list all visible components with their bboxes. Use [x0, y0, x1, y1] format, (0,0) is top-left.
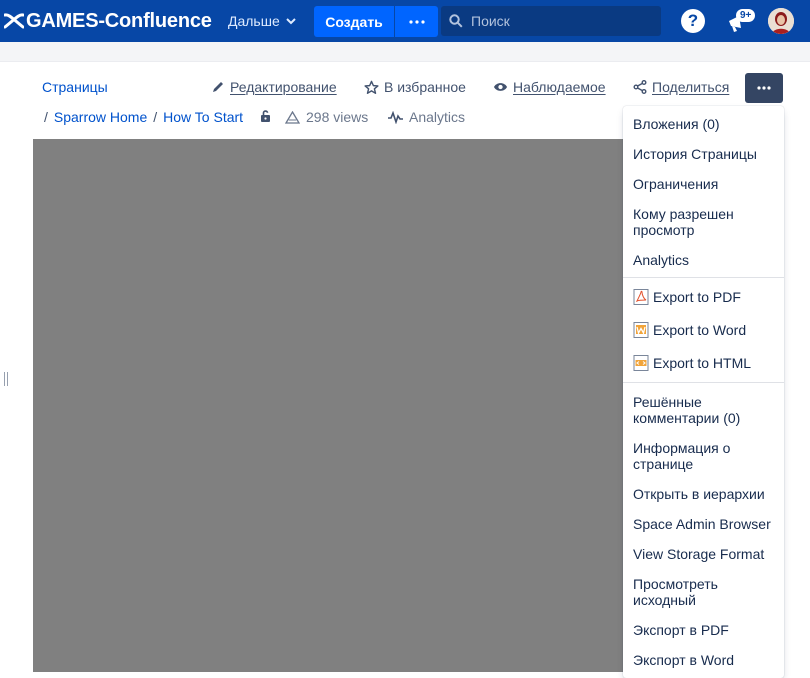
- share-label: Поделиться: [652, 79, 730, 95]
- watch-label: Наблюдаемое: [513, 79, 606, 95]
- unlock-icon: [261, 110, 270, 122]
- confluence-logo-icon: [4, 13, 24, 29]
- word-file-icon: [633, 322, 649, 338]
- page-content-placeholder: [33, 139, 629, 672]
- breadcrumb-separator: /: [153, 109, 158, 125]
- menu-item-label: Export to PDF: [653, 289, 741, 305]
- menu-item-label: Экспорт в PDF: [633, 622, 729, 638]
- favorite-label: В избранное: [384, 79, 466, 95]
- favorite-button[interactable]: В избранное: [364, 79, 466, 95]
- create-more-button[interactable]: [395, 6, 438, 37]
- menu-item-label: Ограничения: [633, 176, 719, 192]
- menu-item-page-info[interactable]: Информация о странице: [633, 440, 753, 472]
- menu-item-restrictions[interactable]: Ограничения: [633, 176, 781, 192]
- more-actions-dropdown: Вложения (0) История Страницы Ограничени…: [623, 106, 784, 678]
- pdf-file-icon: [633, 289, 649, 305]
- more-menu-label: Дальше: [228, 13, 280, 29]
- menu-item-label: Export to Word: [653, 322, 747, 338]
- menu-item-attachments[interactable]: Вложения (0): [633, 116, 781, 132]
- views-count: 298 views: [306, 109, 369, 125]
- analytics-label: Analytics: [409, 109, 466, 125]
- menu-item-label: Кому разрешен просмотр: [633, 206, 734, 238]
- menu-item-analytics[interactable]: Analytics: [633, 252, 781, 268]
- menu-item-view-in-hierarchy[interactable]: Открыть в иерархии: [633, 486, 781, 502]
- menu-item-who-can-view[interactable]: Кому разрешен просмотр: [633, 206, 753, 238]
- restrictions-indicator[interactable]: [259, 109, 273, 123]
- notifications-button[interactable]: 9+: [726, 9, 756, 35]
- pencil-icon: [213, 82, 223, 92]
- breadcrumb-item[interactable]: How To Start: [163, 109, 243, 125]
- menu-item-export-pdf[interactable]: Export to PDF: [633, 289, 781, 305]
- menu-item-space-admin-browser[interactable]: Space Admin Browser: [633, 516, 781, 532]
- menu-item-label: Просмотреть исходный: [633, 576, 718, 608]
- menu-divider: [623, 277, 784, 278]
- menu-item-view-storage-format[interactable]: View Storage Format: [633, 546, 781, 562]
- menu-item-label: Export to HTML: [653, 355, 752, 371]
- chevron-down-icon: [286, 18, 296, 25]
- more-menu-button[interactable]: Дальше: [220, 5, 304, 37]
- more-dots-icon: [408, 19, 425, 24]
- star-icon: [364, 80, 379, 94]
- menu-item-label: Analytics: [633, 252, 690, 268]
- analytics-link[interactable]: Analytics: [387, 109, 465, 125]
- watch-button[interactable]: Наблюдаемое: [493, 79, 606, 95]
- menu-item-label: Открыть в иерархии: [633, 486, 765, 502]
- avatar-image: [768, 8, 794, 34]
- menu-item-label: Space Admin Browser: [633, 516, 771, 532]
- breadcrumb-separator: /: [44, 109, 48, 125]
- search-box[interactable]: [441, 6, 661, 36]
- edit-label: Редактирование: [230, 79, 337, 95]
- help-icon[interactable]: ?: [681, 9, 705, 33]
- edit-button[interactable]: Редактирование: [211, 79, 337, 95]
- eye-icon: [493, 83, 508, 91]
- menu-item-label: Решённые комментарии (0): [633, 394, 741, 426]
- views-triangle-icon: [285, 110, 300, 124]
- menu-item-export-word-ru[interactable]: Экспорт в Word: [633, 652, 781, 668]
- menu-item-page-history[interactable]: История Страницы: [633, 146, 781, 162]
- menu-item-label: Вложения (0): [633, 116, 720, 132]
- analytics-pulse-icon: [388, 110, 403, 124]
- menu-item-label: Экспорт в Word: [633, 652, 735, 668]
- more-actions-button[interactable]: [745, 73, 783, 103]
- menu-item-export-pdf-ru[interactable]: Экспорт в PDF: [633, 622, 781, 638]
- more-dots-icon: [757, 86, 771, 90]
- menu-item-resolved-comments[interactable]: Решённые комментарии (0): [633, 394, 773, 426]
- menu-divider: [623, 382, 784, 383]
- menu-item-label: Информация о странице: [633, 440, 731, 472]
- menu-item-export-html[interactable]: Export to HTML: [633, 355, 781, 371]
- search-icon: [449, 14, 463, 28]
- sidebar-resize-handle[interactable]: [4, 372, 8, 386]
- share-button[interactable]: Поделиться: [633, 79, 729, 95]
- user-avatar[interactable]: [768, 8, 794, 34]
- notifications-badge: 9+: [736, 9, 756, 22]
- menu-item-export-word[interactable]: Export to Word: [633, 322, 781, 338]
- confluence-logo[interactable]: GAMES-Confluence: [0, 0, 212, 42]
- create-button[interactable]: Создать: [314, 6, 394, 37]
- share-icon: [633, 80, 647, 94]
- menu-item-label: View Storage Format: [633, 546, 765, 562]
- breadcrumb-item[interactable]: Sparrow Home: [54, 109, 147, 125]
- top-navigation-bar: GAMES-Confluence Дальше Создать ? 9+: [0, 0, 810, 42]
- logo-text: GAMES-Confluence: [26, 9, 212, 32]
- page-views[interactable]: 298 views: [285, 109, 368, 125]
- pages-link[interactable]: Страницы: [42, 79, 108, 95]
- header-spacer: [0, 42, 810, 62]
- breadcrumb: / Sparrow Home / How To Start: [44, 109, 243, 125]
- html-file-icon: [633, 355, 649, 371]
- menu-item-view-source[interactable]: Просмотреть исходный: [633, 576, 733, 608]
- menu-item-label: История Страницы: [633, 146, 757, 162]
- search-input[interactable]: [471, 13, 651, 29]
